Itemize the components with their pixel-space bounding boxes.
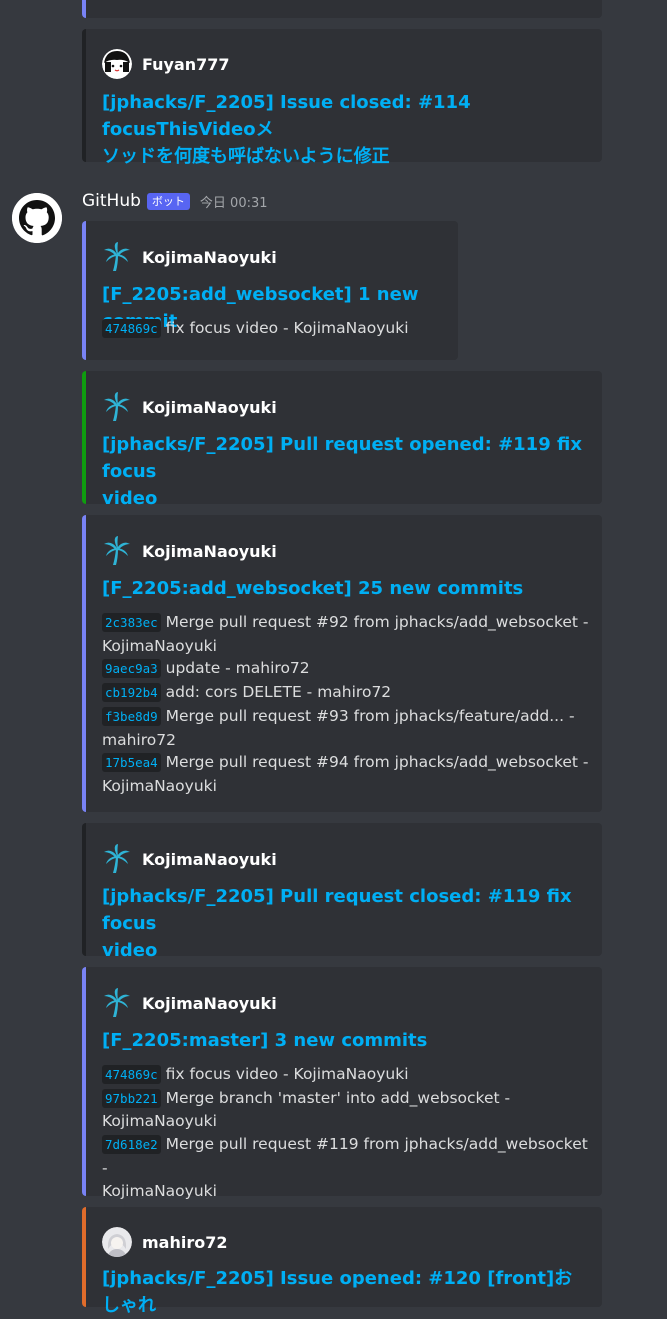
embed-author[interactable]: KojimaNaoyuki bbox=[102, 242, 277, 272]
title-line: ソッドを何度も呼ばないように修正 bbox=[102, 146, 390, 167]
title-line: [jphacks/F_2205] Issue opened: #120 [fro… bbox=[102, 1268, 573, 1316]
commit-row: 9aec9a3 update - mahiro72 bbox=[102, 657, 590, 681]
embed-title-link[interactable]: [F_2205:master] 3 new commits bbox=[102, 1027, 586, 1054]
commit-message: Merge pull request #94 from jphacks/add_… bbox=[165, 753, 589, 772]
title-line: [jphacks/F_2205] Pull request closed: #1… bbox=[102, 886, 572, 934]
commit-row: f3be8d9 Merge pull request #93 from jpha… bbox=[102, 705, 590, 729]
embed-pr-opened: KojimaNaoyuki [jphacks/F_2205] Pull requ… bbox=[82, 371, 602, 509]
embed-author-name: KojimaNaoyuki bbox=[142, 397, 277, 417]
embed-previous bbox=[82, 0, 602, 18]
bot-tag: ボット bbox=[146, 192, 190, 210]
commit-sha-link[interactable]: 7d618e2 bbox=[102, 1135, 161, 1155]
embed-title-link[interactable]: [F_2205:add_websocket] 25 new commits bbox=[102, 575, 586, 602]
embed-title-link[interactable]: [jphacks/F_2205] Pull request closed: #1… bbox=[102, 883, 586, 964]
message-timestamp: 今日 00:31 bbox=[199, 195, 268, 211]
commit-message: Merge pull request #92 from jphacks/add_… bbox=[165, 613, 589, 631]
commit-message-cont: KojimaNaoyuki bbox=[102, 776, 217, 795]
palm-tree-icon bbox=[104, 988, 130, 1017]
github-avatar[interactable] bbox=[12, 193, 62, 243]
commit-list: 474869c fix focus video - KojimaNaoyuki … bbox=[102, 1063, 590, 1202]
embed-title-link[interactable]: [jphacks/F_2205] Issue opened: #120 [fro… bbox=[102, 1265, 586, 1319]
face-avatar-icon bbox=[102, 49, 132, 79]
commit-list: 2c383ec Merge pull request #92 from jpha… bbox=[102, 611, 590, 798]
commit-message: Merge pull request #119 from jphacks/add… bbox=[102, 1135, 588, 1177]
commit-row: 474869c fix focus video - KojimaNaoyuki bbox=[102, 1063, 590, 1087]
embed-author-name: KojimaNaoyuki bbox=[142, 247, 277, 267]
commit-row: 474869c fix focus video - KojimaNaoyuki bbox=[102, 317, 446, 341]
commit-row: 17b5ea4 Merge pull request #94 from jpha… bbox=[102, 751, 590, 775]
commit-message-cont: KojimaNaoyuki bbox=[102, 1112, 217, 1131]
embed-author-name: Fuyan777 bbox=[142, 54, 230, 74]
commit-sha-link[interactable]: 97bb221 bbox=[102, 1088, 161, 1108]
commit-sha-link[interactable]: 474869c bbox=[102, 319, 161, 338]
title-line: [jphacks/F_2205] Issue closed: #114 focu… bbox=[102, 92, 471, 140]
commit-sha-link[interactable]: 17b5ea4 bbox=[102, 753, 161, 773]
embed-author[interactable]: KojimaNaoyuki bbox=[102, 988, 277, 1018]
commit-message: add: cors DELETE - mahiro72 bbox=[165, 683, 392, 702]
title-line: video bbox=[102, 940, 158, 961]
embed-issue-opened: mahiro72 [jphacks/F_2205] Issue opened: … bbox=[82, 1207, 602, 1316]
commit-message-cont: KojimaNaoyuki bbox=[102, 1181, 217, 1200]
message-header: GitHub ボット 今日 00:31 bbox=[82, 191, 268, 211]
embed-commits: KojimaNaoyuki [F_2205:add_websocket] 25 … bbox=[82, 515, 602, 812]
embed-author-name: KojimaNaoyuki bbox=[142, 849, 277, 869]
embed-author[interactable]: KojimaNaoyuki bbox=[102, 536, 277, 566]
embed-master-commits: KojimaNaoyuki [F_2205:master] 3 new comm… bbox=[82, 967, 602, 1200]
embed-author[interactable]: KojimaNaoyuki bbox=[102, 392, 277, 422]
commit-row: 7d618e2 Merge pull request #119 from jph… bbox=[102, 1133, 590, 1179]
commit-message-cont: mahiro72 bbox=[102, 730, 176, 749]
commit-sha-link[interactable]: 9aec9a3 bbox=[102, 659, 161, 679]
palm-tree-icon bbox=[104, 536, 130, 565]
commit-message-cont: KojimaNaoyuki bbox=[102, 636, 217, 655]
embed-author-name: mahiro72 bbox=[142, 1232, 228, 1252]
embed-author[interactable]: mahiro72 bbox=[102, 1227, 228, 1257]
commit-row: cb192b4 add: cors DELETE - mahiro72 bbox=[102, 681, 590, 705]
embed-author[interactable]: KojimaNaoyuki bbox=[102, 844, 277, 874]
message-username[interactable]: GitHub bbox=[82, 191, 141, 211]
commit-message: fix focus video - KojimaNaoyuki bbox=[165, 319, 409, 337]
commit-message: fix focus video - KojimaNaoyuki bbox=[165, 1065, 409, 1083]
embed-author[interactable]: Fuyan777 bbox=[102, 49, 230, 79]
user-avatar-icon bbox=[102, 1227, 132, 1257]
commit-list: 474869c fix focus video - KojimaNaoyuki bbox=[102, 317, 446, 341]
commit-message: Merge pull request #93 from jphacks/feat… bbox=[165, 706, 575, 725]
title-line: [jphacks/F_2205] Pull request opened: #1… bbox=[102, 434, 582, 482]
embed-issue-closed: Fuyan777 [jphacks/F_2205] Issue closed: … bbox=[82, 29, 602, 167]
palm-tree-icon bbox=[104, 242, 130, 271]
palm-tree-icon bbox=[104, 844, 130, 873]
embed-pr-closed: KojimaNaoyuki [jphacks/F_2205] Pull requ… bbox=[82, 823, 602, 961]
palm-tree-icon bbox=[104, 392, 130, 421]
embed-author-name: KojimaNaoyuki bbox=[142, 993, 277, 1013]
github-logo-icon bbox=[12, 193, 62, 243]
commit-sha-link[interactable]: cb192b4 bbox=[102, 683, 161, 703]
commit-row: 97bb221 Merge branch 'master' into add_w… bbox=[102, 1087, 590, 1111]
commit-sha-link[interactable]: f3be8d9 bbox=[102, 706, 161, 726]
commit-sha-link[interactable]: 474869c bbox=[102, 1065, 161, 1084]
commit-row: 2c383ec Merge pull request #92 from jpha… bbox=[102, 611, 590, 635]
embed-title-link[interactable]: [jphacks/F_2205] Pull request opened: #1… bbox=[102, 431, 586, 512]
commit-message: update - mahiro72 bbox=[165, 659, 310, 678]
embed-title-link[interactable]: [jphacks/F_2205] Issue closed: #114 focu… bbox=[102, 89, 586, 170]
commit-message: Merge branch 'master' into add_websocket… bbox=[165, 1088, 511, 1107]
commit-sha-link[interactable]: 2c383ec bbox=[102, 613, 161, 632]
title-line: video bbox=[102, 488, 158, 509]
embed-author-name: KojimaNaoyuki bbox=[142, 541, 277, 561]
embed-commit: KojimaNaoyuki [F_2205:add_websocket] 1 n… bbox=[82, 221, 458, 360]
